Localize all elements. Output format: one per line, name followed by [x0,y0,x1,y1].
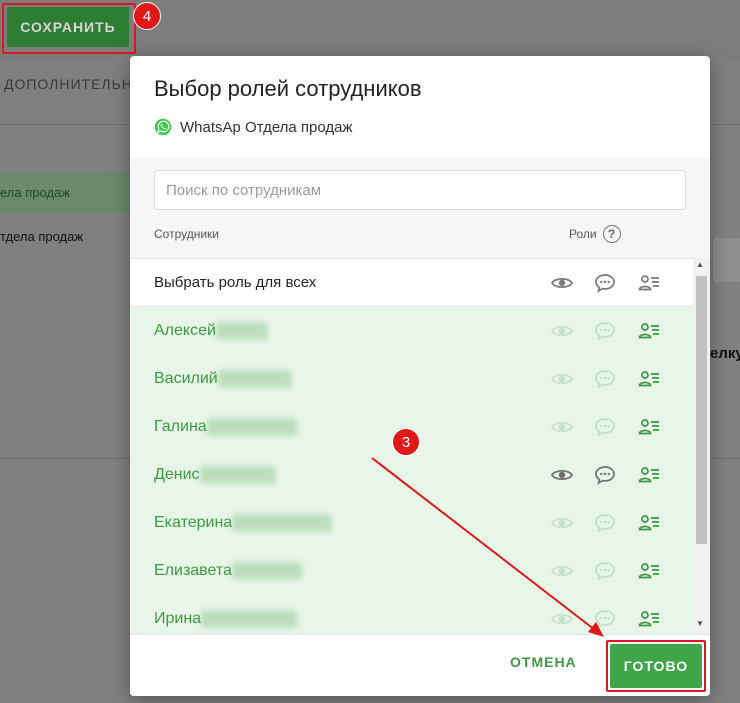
chat-bubble-icon[interactable] [593,559,617,583]
employee-name: Василий [154,370,218,387]
employee-row: Денис [130,451,693,499]
eye-icon[interactable] [550,367,574,391]
employee-name: Екатерина [154,514,233,531]
employee-row: Ирина [130,595,693,634]
user-role-icon[interactable] [637,367,661,391]
column-header-roles-label: Роли [569,227,597,241]
employee-row: Екатерина [130,499,693,547]
annotation-badge-save: 4 [133,2,161,30]
cancel-button[interactable]: ОТМЕНА [510,654,577,670]
employee-name: Алексей [154,322,216,339]
employee-name: Галина [154,418,207,435]
select-all-label: Выбрать роль для всех [154,274,317,291]
save-button[interactable]: СОХРАНИТЬ [7,7,129,47]
chat-bubble-icon[interactable] [593,607,617,631]
eye-icon[interactable] [550,463,574,487]
user-role-icon[interactable] [637,319,661,343]
eye-icon[interactable] [550,607,574,631]
role-selection-dialog: Выбор ролей сотрудников WhatsAp Отдела п… [130,56,710,696]
whatsapp-icon [154,118,172,136]
redacted-surname [201,610,297,628]
employee-row: Елизавета [130,547,693,595]
redacted-surname [232,514,332,532]
dialog-footer: ОТМЕНА ГОТОВО [130,634,710,696]
user-role-icon[interactable] [637,271,661,295]
employee-list: Выбрать роль для всех Алексей Василий Гали… [130,258,710,634]
employee-row: Алексей [130,307,693,355]
user-role-icon[interactable] [637,415,661,439]
dialog-title: Выбор ролей сотрудников [154,76,422,101]
column-header-staff: Сотрудники [154,227,219,241]
tab-additional[interactable]: ДОПОЛНИТЕЛЬН [4,76,133,92]
channel-name: WhatsAp Отдела продаж [180,118,353,136]
scrollbar-thumb[interactable] [696,276,707,544]
user-role-icon[interactable] [637,511,661,535]
eye-icon[interactable] [550,271,574,295]
column-header-roles: Роли ? [569,225,621,243]
scroll-down-arrow-icon[interactable]: ▼ [696,619,704,628]
sidebar-item-active[interactable]: ела продаж [0,173,132,213]
user-role-icon[interactable] [637,559,661,583]
chat-bubble-icon[interactable] [593,319,617,343]
chat-bubble-icon[interactable] [593,367,617,391]
redacted-surname [200,466,276,484]
divider [0,458,130,459]
eye-icon[interactable] [550,559,574,583]
employee-name: Елизавета [154,562,232,579]
channel-label: WhatsAp Отдела продаж [154,118,353,136]
sidebar-item[interactable]: тдела продаж [0,229,83,244]
background-panel [712,238,740,282]
sidebar-item-label: ела продаж [0,185,70,200]
chat-bubble-icon[interactable] [593,415,617,439]
redacted-surname [232,562,302,580]
help-icon[interactable]: ? [602,225,621,243]
redacted-surname [216,322,268,340]
redacted-surname [207,418,297,436]
user-role-icon[interactable] [637,607,661,631]
divider [710,458,740,459]
eye-icon[interactable] [550,319,574,343]
done-button-highlight: ГОТОВО [606,640,706,692]
employee-row: Василий [130,355,693,403]
background-heading: елку [710,345,740,362]
redacted-surname [218,370,292,388]
eye-icon[interactable] [550,511,574,535]
chat-bubble-icon[interactable] [593,463,617,487]
employee-name: Ирина [154,610,202,627]
annotation-badge-done: 3 [392,428,420,456]
select-all-row: Выбрать роль для всех [130,259,693,307]
employee-name: Денис [154,466,200,483]
chat-bubble-icon[interactable] [593,271,617,295]
user-role-icon[interactable] [637,463,661,487]
eye-icon[interactable] [550,415,574,439]
done-button[interactable]: ГОТОВО [610,644,702,688]
scroll-up-arrow-icon[interactable]: ▲ [696,260,704,269]
search-input[interactable] [154,170,686,210]
chat-bubble-icon[interactable] [593,511,617,535]
